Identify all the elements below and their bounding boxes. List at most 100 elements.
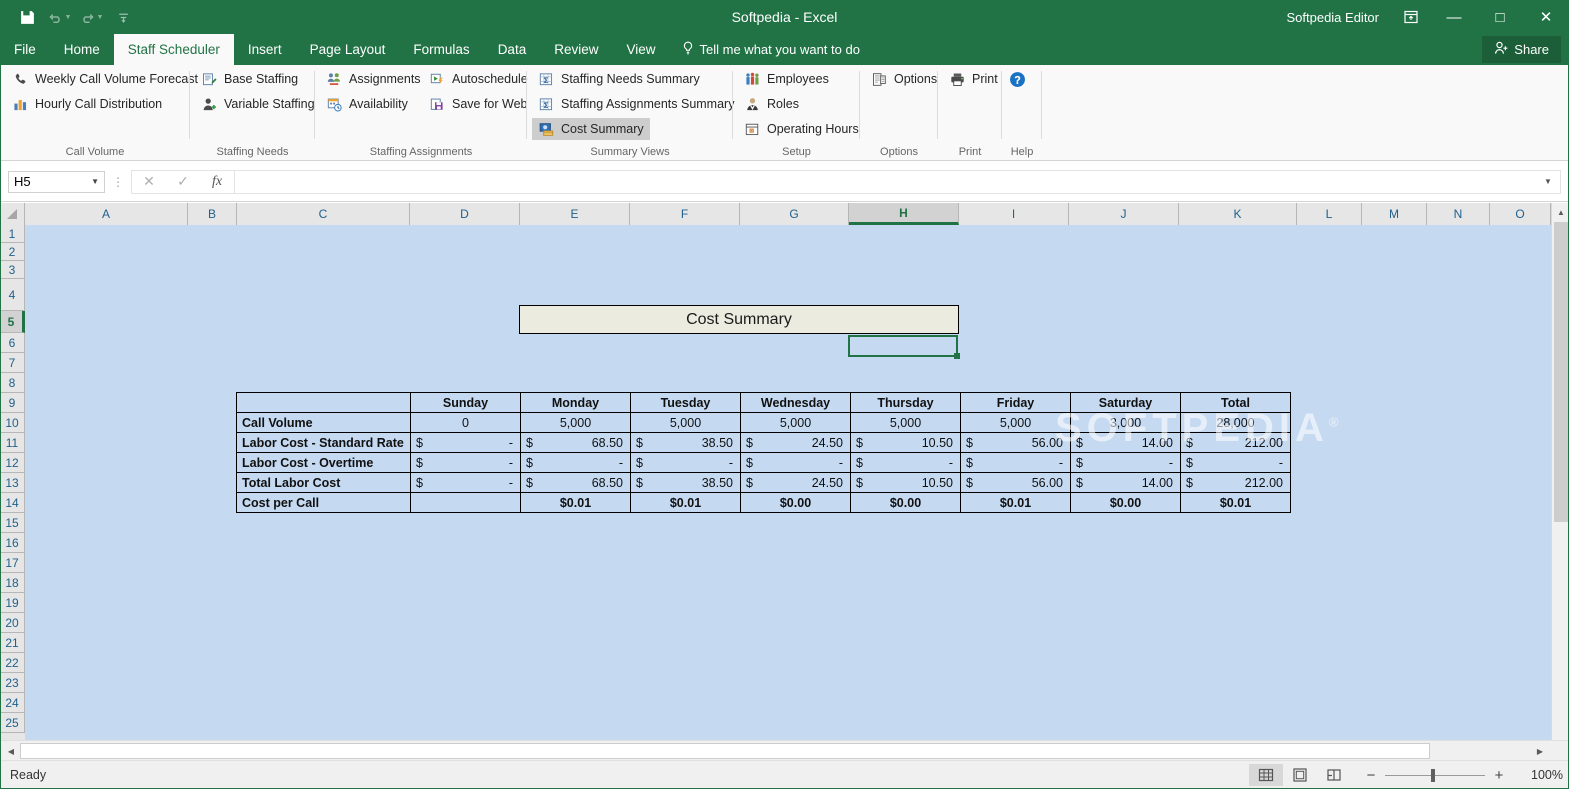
- column-header-c[interactable]: C: [237, 203, 410, 225]
- row-header-13[interactable]: 13: [0, 473, 25, 493]
- row-header-22[interactable]: 22: [0, 653, 25, 673]
- worksheet-canvas[interactable]: Cost Summary Sunday Monday Tuesday Wedne…: [25, 225, 1551, 740]
- select-all-corner[interactable]: [0, 203, 25, 225]
- cell-total-labor-saturday[interactable]: $14.00: [1070, 472, 1181, 493]
- cost-summary-title-cell[interactable]: Cost Summary: [519, 305, 959, 334]
- cell-overtime-tuesday[interactable]: $ -: [630, 452, 741, 473]
- ribbon-button-autoschedule[interactable]: Autoschedule: [423, 68, 534, 90]
- column-header-k[interactable]: K: [1179, 203, 1297, 225]
- row-header-16[interactable]: 16: [0, 533, 25, 553]
- column-header-l[interactable]: L: [1297, 203, 1362, 225]
- scroll-right-arrow-icon[interactable]: ▶: [1531, 742, 1549, 760]
- minimize-button[interactable]: —: [1431, 0, 1477, 34]
- maximize-button[interactable]: □: [1477, 0, 1523, 34]
- cell-overtime-sunday[interactable]: $ -: [410, 452, 521, 473]
- ribbon-button-hourly-call-distribution[interactable]: Hourly Call Distribution: [6, 93, 168, 115]
- column-header-b[interactable]: B: [188, 203, 237, 225]
- row-header-5[interactable]: 5: [0, 311, 25, 333]
- table-header-friday[interactable]: Friday: [960, 392, 1071, 413]
- row-label-cost-per-call[interactable]: Cost per Call: [236, 492, 411, 513]
- column-header-f[interactable]: F: [630, 203, 740, 225]
- cell-cost-per-call-friday[interactable]: $0.01: [960, 492, 1071, 513]
- column-header-n[interactable]: N: [1427, 203, 1490, 225]
- row-header-9[interactable]: 9: [0, 393, 25, 413]
- zoom-slider-thumb[interactable]: [1431, 768, 1435, 782]
- row-header-19[interactable]: 19: [0, 593, 25, 613]
- ribbon-button-base-staffing[interactable]: Base Staffing: [195, 68, 304, 90]
- cell-overtime-friday[interactable]: $ -: [960, 452, 1071, 473]
- ribbon-display-options-icon[interactable]: [1391, 0, 1431, 34]
- tab-view[interactable]: View: [612, 34, 669, 65]
- horizontal-scroll-thumb[interactable]: [20, 743, 1430, 759]
- cell-standard-rate-friday[interactable]: $56.00: [960, 432, 1071, 453]
- expand-formula-bar-icon[interactable]: ▼: [1539, 177, 1557, 186]
- cell-call-volume-tuesday[interactable]: 5,000: [630, 412, 741, 433]
- cancel-icon[interactable]: ✕: [132, 171, 166, 193]
- cell-standard-rate-total[interactable]: $212.00: [1180, 432, 1291, 453]
- cell-cost-per-call-monday[interactable]: $0.01: [520, 492, 631, 513]
- row-header-6[interactable]: 6: [0, 333, 25, 353]
- ribbon-button-cost-summary[interactable]: Cost Summary: [532, 118, 650, 140]
- page-layout-view-icon[interactable]: [1283, 764, 1317, 786]
- table-header-sunday[interactable]: Sunday: [410, 392, 521, 413]
- cell-call-volume-saturday[interactable]: 3,000: [1070, 412, 1181, 433]
- ribbon-button-weekly-call-volume-forecast[interactable]: Weekly Call Volume Forecast: [6, 68, 204, 90]
- column-header-j[interactable]: J: [1069, 203, 1179, 225]
- cell-total-labor-wednesday[interactable]: $24.50: [740, 472, 851, 493]
- ribbon-button-help[interactable]: [1006, 68, 1035, 90]
- tab-staff-scheduler[interactable]: Staff Scheduler: [113, 34, 234, 65]
- column-header-m[interactable]: M: [1362, 203, 1427, 225]
- cell-standard-rate-saturday[interactable]: $14.00: [1070, 432, 1181, 453]
- row-label-call-volume[interactable]: Call Volume: [236, 412, 411, 433]
- ribbon-button-save-for-web[interactable]: Save for Web: [423, 93, 534, 115]
- column-header-a[interactable]: A: [25, 203, 188, 225]
- cell-overtime-wednesday[interactable]: $ -: [740, 452, 851, 473]
- cell-overtime-monday[interactable]: $ -: [520, 452, 631, 473]
- formula-input[interactable]: [234, 169, 1561, 194]
- cell-total-labor-thursday[interactable]: $10.50: [850, 472, 961, 493]
- selected-cell-h5[interactable]: [848, 335, 960, 359]
- row-header-23[interactable]: 23: [0, 673, 25, 693]
- cell-cost-per-call-saturday[interactable]: $0.00: [1070, 492, 1181, 513]
- cell-cost-per-call-wednesday[interactable]: $0.00: [740, 492, 851, 513]
- account-name[interactable]: Softpedia Editor: [1286, 10, 1379, 25]
- row-header-20[interactable]: 20: [0, 613, 25, 633]
- cell-call-volume-total[interactable]: 28,000: [1180, 412, 1291, 433]
- row-header-4[interactable]: 4: [0, 279, 25, 311]
- cell-total-labor-tuesday[interactable]: $38.50: [630, 472, 741, 493]
- vertical-scrollbar[interactable]: ▲: [1551, 203, 1569, 740]
- zoom-out-button[interactable]: −: [1365, 767, 1377, 784]
- cell-overtime-saturday[interactable]: $ -: [1070, 452, 1181, 473]
- table-header-saturday[interactable]: Saturday: [1070, 392, 1181, 413]
- cell-standard-rate-tuesday[interactable]: $38.50: [630, 432, 741, 453]
- column-header-i[interactable]: I: [959, 203, 1069, 225]
- cell-standard-rate-sunday[interactable]: $ -: [410, 432, 521, 453]
- tab-file[interactable]: File: [0, 34, 50, 65]
- ribbon-button-staffing-assignments-summary[interactable]: Staffing Assignments Summary: [532, 93, 740, 115]
- row-label-total-labor-cost[interactable]: Total Labor Cost: [236, 472, 411, 493]
- column-header-o[interactable]: O: [1490, 203, 1551, 225]
- share-button[interactable]: Share: [1482, 36, 1561, 63]
- ribbon-button-assignments[interactable]: Assignments: [320, 68, 427, 90]
- row-header-24[interactable]: 24: [0, 693, 25, 713]
- ribbon-button-employees[interactable]: Employees: [738, 68, 835, 90]
- row-header-18[interactable]: 18: [0, 573, 25, 593]
- cell-cost-per-call-sunday[interactable]: [410, 492, 521, 513]
- table-header-wednesday[interactable]: Wednesday: [740, 392, 851, 413]
- table-header-monday[interactable]: Monday: [520, 392, 631, 413]
- table-header-tuesday[interactable]: Tuesday: [630, 392, 741, 413]
- row-header-15[interactable]: 15: [0, 513, 25, 533]
- cell-call-volume-monday[interactable]: 5,000: [520, 412, 631, 433]
- name-box[interactable]: H5 ▼: [8, 170, 105, 193]
- row-header-12[interactable]: 12: [0, 453, 25, 473]
- column-header-g[interactable]: G: [740, 203, 849, 225]
- cell-call-volume-wednesday[interactable]: 5,000: [740, 412, 851, 433]
- cell-total-labor-sunday[interactable]: $ -: [410, 472, 521, 493]
- confirm-check-icon[interactable]: ✓: [166, 171, 200, 193]
- ribbon-button-operating-hours[interactable]: Operating Hours: [738, 118, 865, 140]
- column-header-d[interactable]: D: [410, 203, 520, 225]
- ribbon-button-variable-staffing[interactable]: Variable Staffing: [195, 93, 321, 115]
- ribbon-button-availability[interactable]: Availability: [320, 93, 414, 115]
- tab-page-layout[interactable]: Page Layout: [296, 34, 400, 65]
- cell-overtime-total[interactable]: $ -: [1180, 452, 1291, 473]
